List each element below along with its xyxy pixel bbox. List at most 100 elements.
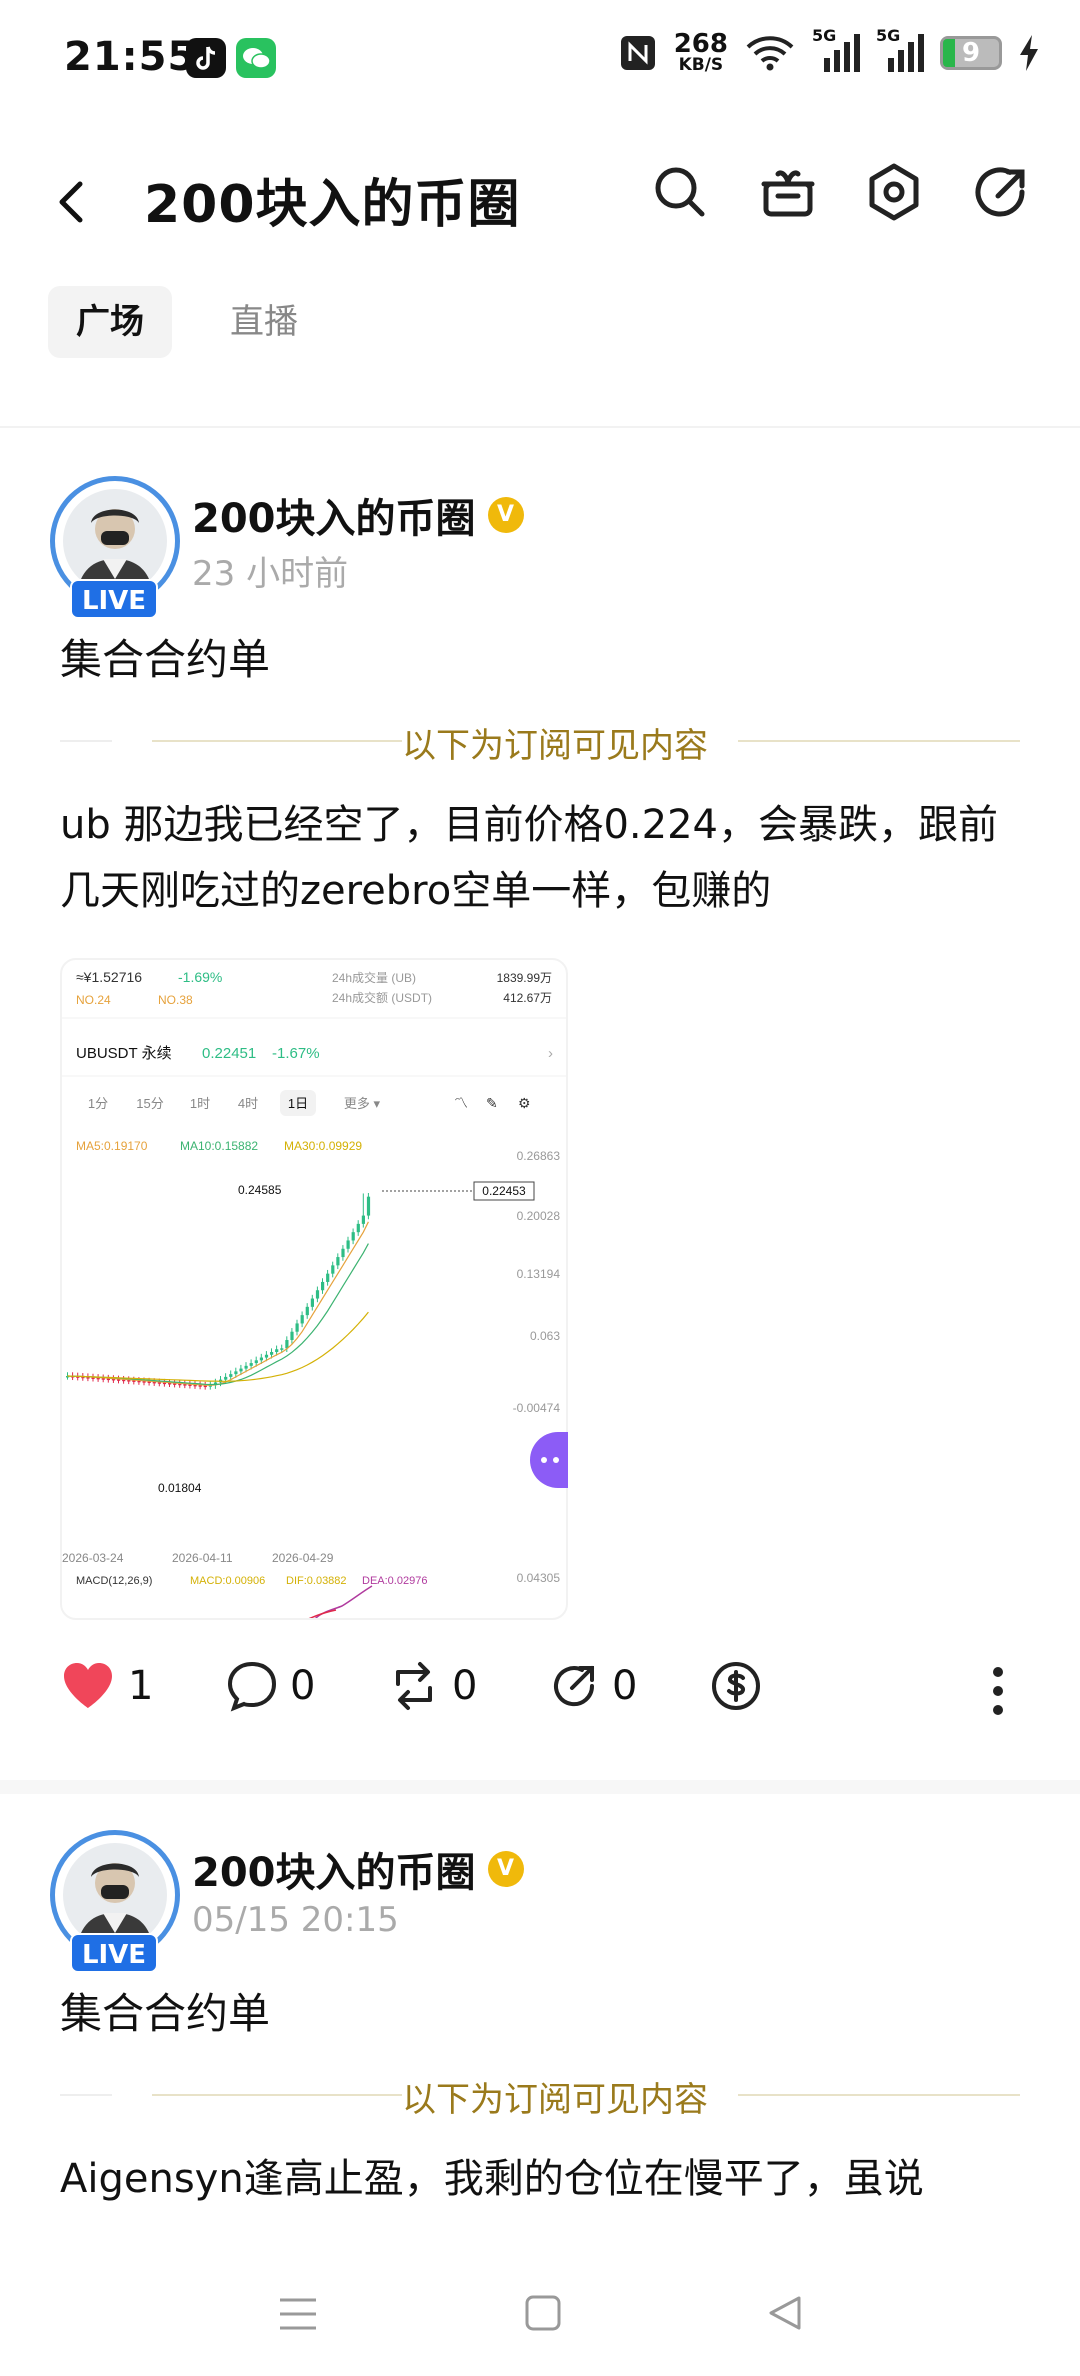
date-tick: 2026-04-29 <box>272 1551 334 1565</box>
tab-live[interactable]: 直播 <box>202 286 326 358</box>
tip-button[interactable] <box>710 1660 762 1712</box>
indicator-icon[interactable]: 〽 <box>454 1095 468 1111</box>
interval-tab[interactable]: 4时 <box>238 1096 258 1111</box>
like-count: 1 <box>128 1663 154 1709</box>
candle-body <box>224 1376 228 1380</box>
high-label: 0.24585 <box>238 1183 282 1197</box>
interval-tab[interactable]: 1分 <box>88 1096 108 1111</box>
macd-label: DIF:0.03882 <box>286 1575 347 1587</box>
tab-plaza[interactable]: 广场 <box>48 286 172 358</box>
top-app-bar: 200块入的币圈 <box>0 150 1080 270</box>
candle-body <box>326 1273 330 1282</box>
floating-chat-bubble[interactable] <box>530 1432 568 1488</box>
candle-body <box>280 1348 284 1350</box>
network-speed: 268 KB/S <box>673 29 728 75</box>
draw-pencil-icon[interactable]: ✎ <box>486 1095 498 1111</box>
share-count: 0 <box>612 1663 638 1709</box>
candle-body <box>315 1290 320 1299</box>
subscriber-only-divider: 以下为订阅可见内容 <box>60 2072 1020 2120</box>
candle-body <box>270 1352 274 1355</box>
post-separator <box>0 1780 1080 1794</box>
post-body: ub 那边我已经空了，目前价格0.224，会暴跌，跟前几天刚吃过的zerebro… <box>60 802 998 914</box>
verified-badge-icon: V <box>487 497 524 533</box>
tiktok-icon <box>186 38 226 78</box>
stat-value-volume: 1839.99万 <box>497 971 552 985</box>
post-title: 集合合约单 <box>60 1989 271 2038</box>
tab-bar: 广场 直播 <box>48 286 326 358</box>
home-square-icon[interactable] <box>524 2294 562 2332</box>
search-icon[interactable] <box>648 160 712 224</box>
date-tick: 2026-04-11 <box>172 1551 233 1565</box>
approx-price: ≈¥1.52716 <box>76 969 142 985</box>
interval-tab[interactable]: 1时 <box>190 1096 210 1111</box>
candle-body <box>275 1349 279 1353</box>
macd-label: MACD(12,26,9) <box>76 1575 152 1587</box>
charging-icon <box>1020 35 1038 71</box>
author-name[interactable]: 200块入的币圈 <box>192 486 476 544</box>
comment-button[interactable]: 0 <box>226 1660 315 1712</box>
live-badge: LIVE <box>70 579 158 619</box>
candle-body <box>351 1232 355 1241</box>
back-triangle-icon[interactable] <box>766 2294 804 2332</box>
ma-label: MA30:0.09929 <box>284 1139 362 1153</box>
interval-tab[interactable]: 更多 ▾ <box>344 1096 381 1111</box>
moving-average-line <box>67 1311 369 1382</box>
candle-body <box>249 1363 253 1366</box>
repost-icon <box>396 1662 432 1710</box>
verified-badge-icon: V <box>487 1851 524 1887</box>
author-name[interactable]: 200块入的币圈 <box>192 1840 476 1898</box>
subscriber-only-label: 以下为订阅可见内容 <box>402 2080 708 2120</box>
ma-label: MA5:0.19170 <box>76 1139 148 1153</box>
candle-body <box>366 1196 371 1216</box>
rank-2: NO.38 <box>158 993 193 1007</box>
subscriber-only-label: 以下为订阅可见内容 <box>402 726 708 766</box>
axis-tick: 0.04305 <box>517 1571 561 1585</box>
interval-tab[interactable]: 15分 <box>136 1096 163 1111</box>
chevron-right-icon: › <box>548 1045 553 1062</box>
axis-tick: 0.063 <box>530 1329 560 1343</box>
page-title: 200块入的币圈 <box>144 175 521 235</box>
divider <box>0 426 1080 428</box>
settings-icon[interactable] <box>862 160 926 224</box>
candle-body <box>305 1306 309 1316</box>
menu-icon[interactable] <box>278 2296 318 2332</box>
repost-button[interactable]: 0 <box>388 1660 477 1712</box>
chart-screenshot[interactable]: ≈¥1.52716 -1.69% NO.24 NO.38 24h成交量 (UB)… <box>60 958 568 1620</box>
system-navigation-bar <box>0 2250 1080 2376</box>
current-price-tag: 0.22453 <box>482 1184 526 1198</box>
more-options-icon[interactable] <box>992 1666 1004 1716</box>
interval-tab[interactable]: 1日 <box>288 1096 308 1111</box>
signal-strength-2: 5G <box>876 26 924 72</box>
rank-1: NO.24 <box>76 993 111 1007</box>
wifi-icon <box>746 36 794 71</box>
status-bar: 21:55 268 KB/S 5G 5G 9 <box>0 0 1080 110</box>
post-title: 集合合约单 <box>60 635 271 684</box>
moving-average-line <box>67 1243 369 1386</box>
share-arrow-icon <box>554 1666 595 1707</box>
candle-body <box>300 1315 304 1324</box>
share-icon[interactable] <box>970 160 1034 224</box>
candle-body <box>264 1354 269 1358</box>
share-button[interactable]: 0 <box>548 1660 637 1712</box>
stat-label-turnover: 24h成交额 (USDT) <box>332 990 432 1005</box>
heart-icon <box>64 1663 112 1708</box>
macd-label: DEA:0.02976 <box>362 1575 427 1587</box>
axis-tick: -0.00474 <box>513 1401 561 1415</box>
symbol-name: UBUSDT 永续 <box>76 1045 172 1062</box>
symbol-price: 0.22451 <box>202 1045 256 1062</box>
candle-body <box>244 1365 248 1369</box>
axis-tick: 0.26863 <box>517 1149 561 1163</box>
gift-icon[interactable] <box>756 160 820 224</box>
like-button[interactable]: 1 <box>60 1660 153 1712</box>
live-badge: LIVE <box>70 1933 158 1973</box>
candle-body <box>254 1360 258 1364</box>
macd-label: MACD:0.00906 <box>190 1575 265 1587</box>
candle-body <box>290 1331 294 1341</box>
post-body: Aigensyn逢高止盈，我剩的仓位在慢平了，虽说 <box>60 2156 924 2202</box>
candle-body <box>341 1248 345 1258</box>
candle-body <box>321 1281 325 1291</box>
nfc-icon <box>620 36 655 70</box>
chart-settings-icon[interactable]: ⚙ <box>518 1095 531 1111</box>
back-arrow-icon[interactable] <box>52 176 92 228</box>
candle-body <box>361 1215 365 1224</box>
